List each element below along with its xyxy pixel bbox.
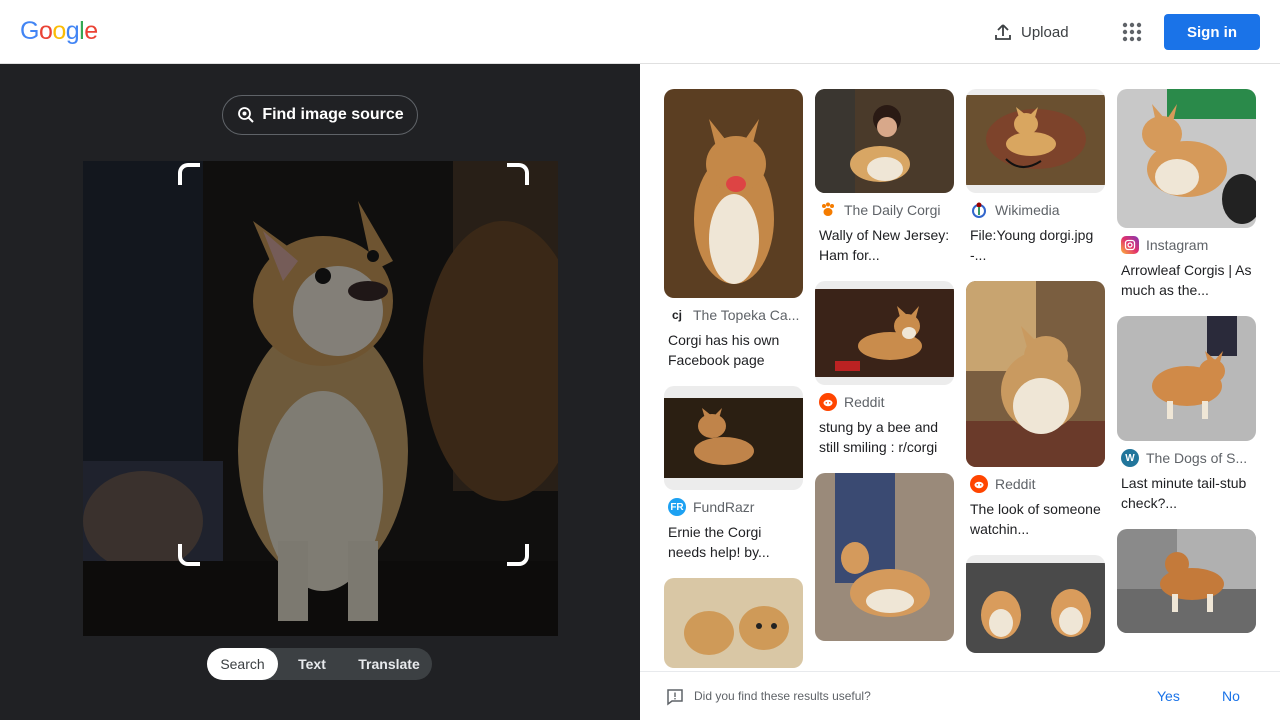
result-thumbnail[interactable] <box>664 386 803 490</box>
result-source-name: Wikimedia <box>995 202 1060 218</box>
result-source-name: The Dogs of S... <box>1146 450 1248 466</box>
lens-search-icon <box>238 107 255 123</box>
find-image-source-button[interactable]: Find image source <box>222 95 418 135</box>
logo-letter: g <box>65 17 80 45</box>
wikimedia-icon <box>970 201 988 219</box>
result-card[interactable]: Instagram Arrowleaf Corgis | As much as … <box>1117 89 1256 300</box>
result-thumbnail[interactable] <box>1117 89 1256 228</box>
sign-in-button[interactable]: Sign in <box>1164 14 1260 50</box>
result-thumbnail[interactable] <box>1117 316 1256 441</box>
result-thumbnail[interactable] <box>815 89 954 193</box>
result-title[interactable]: File:Young dorgi.jpg -... <box>966 225 1105 265</box>
result-card[interactable]: The Daily Corgi Wally of New Jersey: Ham… <box>815 89 954 265</box>
result-title[interactable]: stung by a bee and still smiling : r/cor… <box>815 417 954 457</box>
crop-handle-bottom-right[interactable] <box>507 544 529 566</box>
logo-letter: G <box>20 17 39 45</box>
result-thumbnail[interactable] <box>966 281 1105 467</box>
result-thumbnail[interactable] <box>1117 529 1256 633</box>
result-source: Wikimedia <box>966 201 1105 219</box>
find-image-source-label: Find image source <box>262 106 404 123</box>
result-card[interactable] <box>966 555 1105 653</box>
upload-icon <box>995 24 1011 40</box>
result-source: cj The Topeka Ca... <box>664 306 803 324</box>
results-column: The Daily Corgi Wally of New Jersey: Ham… <box>815 89 954 657</box>
visual-matches-panel: cj The Topeka Ca... Corgi has his own Fa… <box>640 64 1280 671</box>
result-thumbnail[interactable] <box>815 281 954 385</box>
result-title[interactable]: Wally of New Jersey: Ham for... <box>815 225 954 265</box>
results-column: cj The Topeka Ca... Corgi has his own Fa… <box>664 89 803 671</box>
result-source-name: Reddit <box>995 476 1036 492</box>
result-source: Reddit <box>966 475 1105 493</box>
reddit-icon <box>819 393 837 411</box>
apps-button[interactable] <box>1120 20 1144 44</box>
crop-selection-box[interactable] <box>178 163 529 566</box>
feedback-yes-button[interactable]: Yes <box>1157 688 1180 704</box>
result-source: FR FundRazr <box>664 498 803 516</box>
lens-mode-switcher: Search Text Translate <box>207 648 432 680</box>
result-card[interactable]: Reddit stung by a bee and still smiling … <box>815 281 954 457</box>
reddit-icon <box>970 475 988 493</box>
result-source-name: Reddit <box>844 394 885 410</box>
result-source-name: FundRazr <box>693 499 755 515</box>
wordpress-icon: W <box>1121 449 1139 467</box>
result-thumbnail[interactable] <box>966 89 1105 193</box>
result-thumbnail[interactable] <box>664 578 803 668</box>
result-thumbnail[interactable] <box>664 89 803 298</box>
feedback-no-button[interactable]: No <box>1222 688 1240 704</box>
mode-translate-tab[interactable]: Translate <box>346 648 432 680</box>
mode-search-tab[interactable]: Search <box>207 648 278 680</box>
results-column: Instagram Arrowleaf Corgis | As much as … <box>1117 89 1256 649</box>
feedback-icon <box>667 689 683 706</box>
result-card[interactable]: cj The Topeka Ca... Corgi has his own Fa… <box>664 89 803 370</box>
crop-handle-top-left[interactable] <box>178 163 200 185</box>
result-title[interactable]: The look of someone watchin... <box>966 499 1105 539</box>
apps-grid-icon <box>1122 22 1142 42</box>
feedback-question: Did you find these results useful? <box>694 689 871 703</box>
mode-text-tab[interactable]: Text <box>278 648 346 680</box>
result-thumbnail[interactable] <box>966 555 1105 653</box>
result-title[interactable]: Arrowleaf Corgis | As much as the... <box>1117 260 1256 300</box>
logo-letter: o <box>52 17 66 45</box>
top-bar: Google Upload Sign in <box>0 0 1280 64</box>
result-card[interactable] <box>1117 529 1256 633</box>
upload-button[interactable]: Upload <box>993 20 1069 44</box>
result-card[interactable]: Wikimedia File:Young dorgi.jpg -... <box>966 89 1105 265</box>
crop-handle-bottom-left[interactable] <box>178 544 200 566</box>
lens-panel: Find image source Search Text Translate <box>0 64 640 720</box>
result-title[interactable]: Corgi has his own Facebook page <box>664 330 803 370</box>
result-card[interactable]: Reddit The look of someone watchin... <box>966 281 1105 539</box>
result-source: Instagram <box>1117 236 1256 254</box>
result-source: W The Dogs of S... <box>1117 449 1256 467</box>
result-source-name: The Topeka Ca... <box>693 307 800 323</box>
result-card[interactable]: FR FundRazr Ernie the Corgi needs help! … <box>664 386 803 562</box>
result-source-name: The Daily Corgi <box>844 202 941 218</box>
logo-letter: o <box>38 17 53 45</box>
feedback-bar: Did you find these results useful? Yes N… <box>640 671 1280 720</box>
instagram-icon <box>1121 236 1139 254</box>
result-card[interactable] <box>815 473 954 641</box>
result-thumbnail[interactable] <box>815 473 954 641</box>
crop-handle-top-right[interactable] <box>507 163 529 185</box>
result-title[interactable]: Last minute tail-stub check?... <box>1117 473 1256 513</box>
fundrazr-favicon-icon: FR <box>668 498 686 516</box>
result-source: Reddit <box>815 393 954 411</box>
results-column: Wikimedia File:Young dorgi.jpg -... Redd… <box>966 89 1105 669</box>
google-logo[interactable]: Google <box>20 17 98 46</box>
result-card[interactable] <box>664 578 803 668</box>
result-card[interactable]: W The Dogs of S... Last minute tail-stub… <box>1117 316 1256 513</box>
paw-icon <box>819 201 837 219</box>
favicon-icon: cj <box>671 308 682 322</box>
logo-letter: e <box>84 17 98 45</box>
upload-label: Upload <box>1021 23 1069 41</box>
result-source: The Daily Corgi <box>815 201 954 219</box>
result-title[interactable]: Ernie the Corgi needs help! by... <box>664 522 803 562</box>
result-source-name: Instagram <box>1146 237 1209 253</box>
